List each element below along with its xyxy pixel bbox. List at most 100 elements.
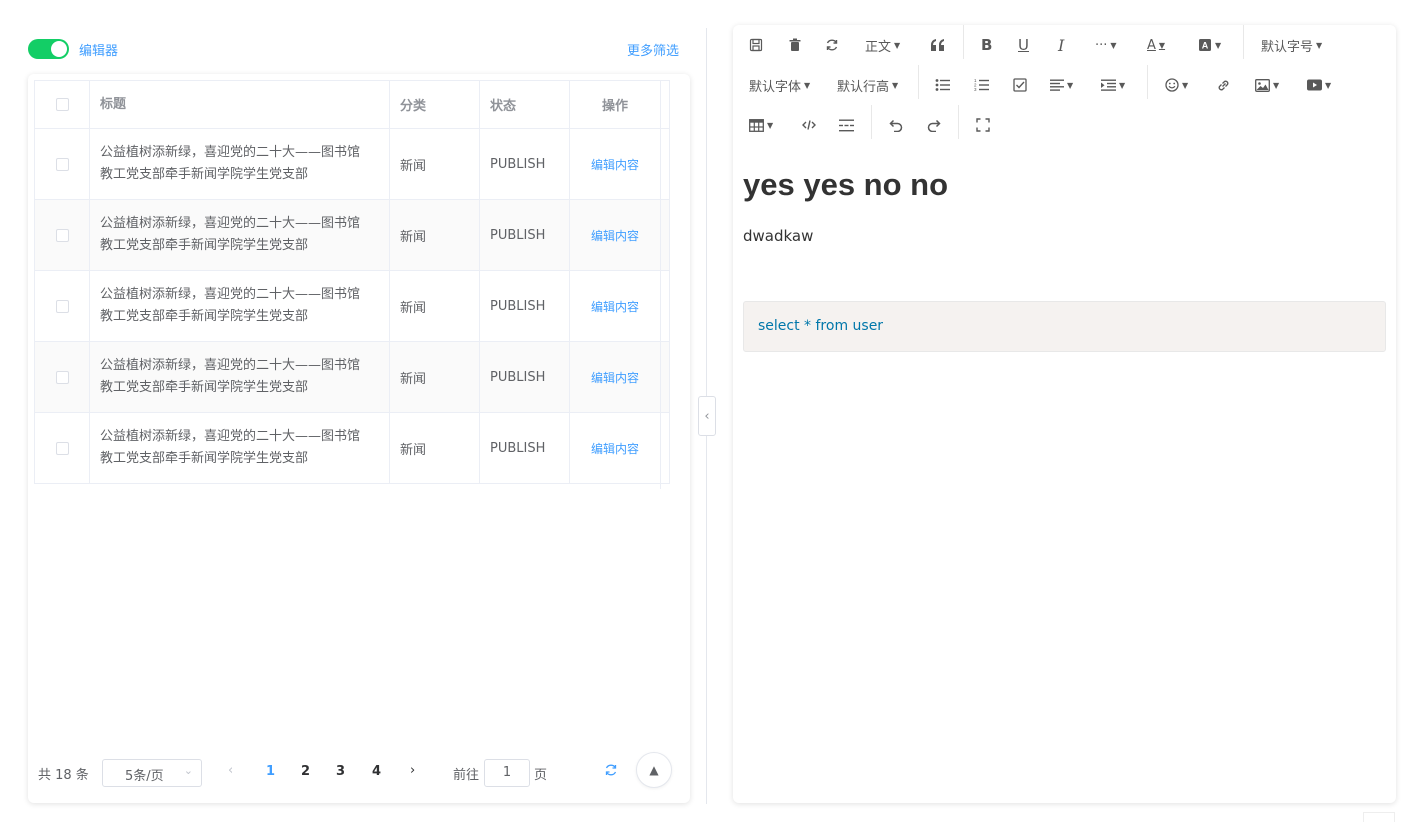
link-icon[interactable] [1216, 73, 1231, 97]
font-size-select[interactable]: 默认字号 ▼ [1261, 33, 1322, 57]
divider-line-icon[interactable] [839, 113, 854, 137]
row-category: 新闻 [390, 413, 480, 483]
page-size-select[interactable]: 5条/页 ⌄ [102, 759, 202, 787]
more-filter-link[interactable]: 更多筛选 [627, 40, 679, 59]
numbered-list-icon[interactable]: 123 [974, 73, 989, 97]
column-header-category: 分类 [390, 81, 480, 128]
font-family-select-value: 默认字体 [749, 79, 802, 95]
toolbar-separator [918, 65, 919, 99]
caret-down-icon: ▼ [894, 40, 901, 50]
pagination-total: 共 18 条 [38, 768, 89, 783]
next-page-icon[interactable]: › [410, 763, 415, 778]
row-action-cell: 编辑内容 [570, 129, 660, 199]
select-all-cell [35, 81, 90, 128]
editor-content[interactable]: yes yes no no dwadkaw select * from user [743, 165, 1386, 352]
article-table: 标题 分类 状态 操作 公益植树添新绿，喜迎党的二十大——图书馆教工党支部牵手新… [34, 80, 670, 484]
column-header-action: 操作 [601, 99, 628, 114]
undo-icon[interactable] [888, 113, 903, 137]
editor-switch-label: 编辑器 [79, 44, 119, 59]
column-header-title: 标题 [90, 81, 390, 128]
row-checkbox-cell [35, 129, 90, 199]
line-height-select-value: 默认行高 [837, 79, 890, 95]
row-status: PUBLISH [480, 129, 570, 199]
todo-checkbox-icon[interactable] [1013, 73, 1027, 97]
quote-icon[interactable] [930, 33, 945, 57]
edit-content-link[interactable]: 编辑内容 [591, 227, 639, 244]
article-list-card: 标题 分类 状态 操作 公益植树添新绿，喜迎党的二十大——图书馆教工党支部牵手新… [28, 74, 690, 803]
page-1-button[interactable]: 1 [266, 764, 275, 779]
edit-content-link[interactable]: 编辑内容 [591, 440, 639, 457]
row-checkbox[interactable] [55, 228, 69, 242]
fullscreen-icon[interactable] [976, 113, 990, 137]
image-icon[interactable]: ▼ [1255, 73, 1279, 97]
row-checkbox[interactable] [55, 299, 69, 313]
align-icon[interactable]: ▼ [1050, 73, 1073, 97]
page-size-value: 5条/页 [125, 769, 164, 784]
table-row: 公益植树添新绿，喜迎党的二十大——图书馆教工党支部牵手新闻学院学生党支部 新闻 … [35, 200, 669, 271]
select-all-checkbox[interactable] [55, 98, 69, 111]
table-row: 公益植树添新绿，喜迎党的二十大——图书馆教工党支部牵手新闻学院学生党支部 新闻 … [35, 413, 669, 484]
background-color-icon[interactable]: A ▼ [1198, 33, 1221, 57]
italic-icon[interactable]: I [1058, 33, 1064, 57]
page-3-button[interactable]: 3 [336, 764, 345, 779]
row-title: 公益植树添新绿，喜迎党的二十大——图书馆教工党支部牵手新闻学院学生党支部 [90, 200, 390, 270]
row-checkbox[interactable] [55, 370, 69, 384]
underline-icon[interactable]: U [1018, 33, 1029, 57]
row-action-cell: 编辑内容 [570, 342, 660, 412]
row-checkbox-cell [35, 342, 90, 412]
row-checkbox-cell [35, 200, 90, 270]
font-color-icon[interactable]: A ▼ [1147, 33, 1165, 57]
corner-widget [1363, 812, 1395, 822]
content-paragraph: dwadkaw [743, 227, 814, 245]
table-row: 公益植树添新绿，喜迎党的二十大——图书馆教工党支部牵手新闻学院学生党支部 新闻 … [35, 271, 669, 342]
refresh-icon[interactable] [825, 33, 839, 57]
rich-text-editor: 正文 ▼ B U I ··· ▼ A ▼ A ▼ 默认字号 ▼ 默认字体 ▼ 默认行高 ▼ 1… [733, 25, 1396, 803]
collapse-panel-button[interactable]: ‹ [698, 396, 716, 436]
page-2-button[interactable]: 2 [301, 764, 310, 779]
more-style-icon[interactable]: ··· ▼ [1095, 33, 1117, 57]
edit-content-link[interactable]: 编辑内容 [591, 156, 639, 173]
code-icon[interactable] [802, 113, 816, 137]
toolbar-separator [871, 105, 872, 139]
goto-page-input[interactable]: 1 [484, 759, 530, 787]
row-category: 新闻 [390, 129, 480, 199]
toolbar-row-3: ▼ [733, 105, 1396, 145]
chevron-down-icon: ⌄ [183, 764, 193, 777]
editor-switch[interactable] [28, 39, 69, 59]
row-checkbox[interactable] [55, 441, 69, 455]
code-text: select * from user [758, 318, 884, 334]
indent-icon[interactable]: ▼ [1101, 73, 1125, 97]
prev-page-icon[interactable]: ‹ [228, 763, 233, 778]
redo-icon[interactable] [927, 113, 942, 137]
page-4-button[interactable]: 4 [372, 764, 381, 779]
video-icon[interactable]: ▼ [1307, 73, 1331, 97]
row-checkbox[interactable] [55, 157, 69, 171]
line-height-select[interactable]: 默认行高 ▼ [837, 73, 898, 97]
row-checkbox-cell [35, 271, 90, 341]
font-family-select[interactable]: 默认字体 ▼ [749, 73, 810, 97]
toolbar-row-1: 正文 ▼ B U I ··· ▼ A ▼ A ▼ 默认字号 ▼ [733, 25, 1396, 65]
row-title: 公益植树添新绿，喜迎党的二十大——图书馆教工党支部牵手新闻学院学生党支部 [90, 271, 390, 341]
row-action-cell: 编辑内容 [570, 413, 660, 483]
table-icon[interactable]: ▼ [749, 113, 773, 137]
content-heading: yes yes no no [743, 167, 949, 202]
trash-icon[interactable] [788, 33, 802, 57]
caret-up-icon: ▲ [649, 763, 659, 777]
edit-content-link[interactable]: 编辑内容 [591, 369, 639, 386]
toolbar-separator [963, 25, 964, 59]
save-icon[interactable] [749, 33, 763, 57]
heading-select-value: 正文 [865, 39, 892, 55]
row-category: 新闻 [390, 200, 480, 270]
row-title: 公益植树添新绿，喜迎党的二十大——图书馆教工党支部牵手新闻学院学生党支部 [90, 342, 390, 412]
bulleted-list-icon[interactable] [935, 73, 950, 97]
refresh-icon[interactable] [604, 762, 618, 781]
emoji-icon[interactable]: ▼ [1165, 73, 1188, 97]
switch-knob [51, 41, 67, 57]
table-row: 公益植树添新绿，喜迎党的二十大——图书馆教工党支部牵手新闻学院学生党支部 新闻 … [35, 129, 669, 200]
row-title: 公益植树添新绿，喜迎党的二十大——图书馆教工党支部牵手新闻学院学生党支部 [90, 413, 390, 483]
row-category: 新闻 [390, 342, 480, 412]
back-to-top-button[interactable]: ▲ [636, 752, 672, 788]
heading-select[interactable]: 正文 ▼ [865, 33, 900, 57]
edit-content-link[interactable]: 编辑内容 [591, 298, 639, 315]
bold-icon[interactable]: B [981, 33, 992, 57]
